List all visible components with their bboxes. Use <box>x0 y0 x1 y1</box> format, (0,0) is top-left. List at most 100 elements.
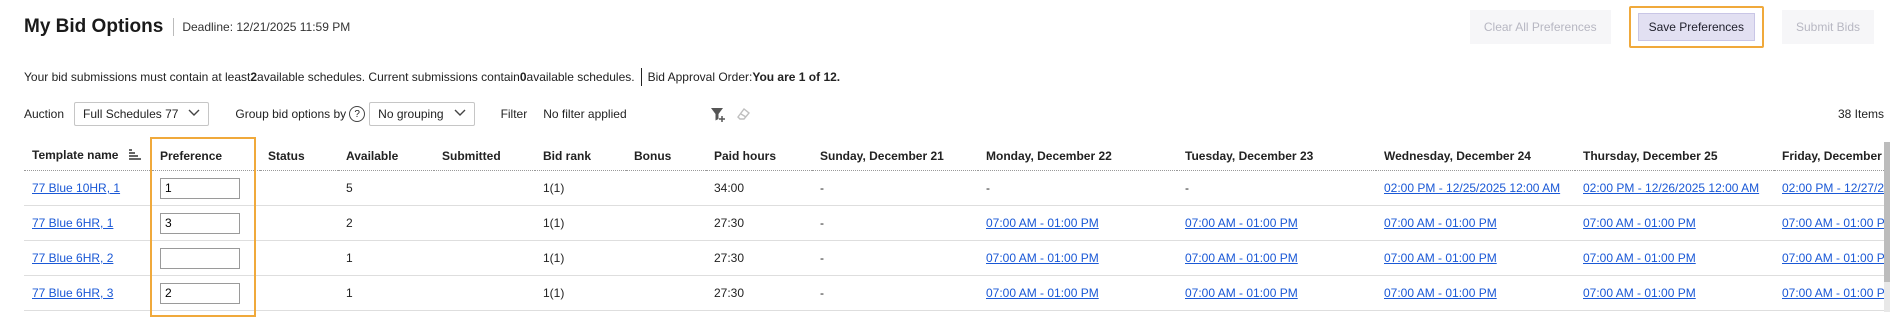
group-by-select[interactable]: No grouping <box>369 102 475 126</box>
bonus-cell <box>626 205 706 241</box>
thursday-shift-link[interactable]: 07:00 AM - 01:00 PM <box>1583 286 1696 300</box>
available-cell: 5 <box>338 170 434 206</box>
preference-input[interactable] <box>160 282 240 304</box>
help-icon[interactable]: ? <box>349 106 366 122</box>
wednesday-shift-link[interactable]: 07:00 AM - 01:00 PM <box>1384 251 1497 265</box>
col-monday[interactable]: Monday, December 22 <box>978 142 1177 171</box>
sunday-cell: - <box>812 240 978 276</box>
tuesday-shift-link[interactable]: 07:00 AM - 01:00 PM <box>1185 251 1298 265</box>
auction-select[interactable]: Full Schedules 77 <box>74 102 210 126</box>
col-template-name[interactable]: Template name <box>24 142 152 171</box>
preference-input[interactable] <box>160 247 240 269</box>
sunday-cell: - <box>812 205 978 241</box>
submitted-cell <box>434 240 535 276</box>
bid-rank-cell: 1(1) <box>535 240 626 276</box>
bid-options-table: Template name Preference Status Availabl… <box>24 142 1888 311</box>
submitted-cell <box>434 275 535 311</box>
min-count: 2 <box>250 70 258 84</box>
paid-hours-cell: 34:00 <box>706 170 812 206</box>
col-bonus[interactable]: Bonus <box>626 142 706 171</box>
col-submitted[interactable]: Submitted <box>434 142 535 171</box>
info-text-1: Your bid submissions must contain at lea… <box>24 70 251 84</box>
col-bid-rank[interactable]: Bid rank <box>535 142 626 171</box>
bid-rank-cell: 1(1) <box>535 170 626 206</box>
paid-hours-cell: 27:30 <box>706 275 812 311</box>
chevron-down-icon <box>454 109 466 120</box>
monday-shift-link[interactable]: 07:00 AM - 01:00 PM <box>986 286 1099 300</box>
table-row: 77 Blue 6HR, 2 1 1(1) 27:30 - 07:00 AM -… <box>24 240 1888 276</box>
scrollbar-thumb[interactable] <box>1884 142 1890 282</box>
status-cell <box>260 275 338 311</box>
approval-value: You are 1 of 12. <box>752 70 841 84</box>
group-by-value: No grouping <box>378 107 444 121</box>
wednesday-shift-link[interactable]: 02:00 PM - 12/25/2025 12:00 AM <box>1384 181 1560 195</box>
thursday-shift-link[interactable]: 02:00 PM - 12/26/2025 12:00 AM <box>1583 181 1759 195</box>
info-text-3: available schedules. <box>526 70 635 84</box>
friday-shift-link[interactable]: 02:00 PM - 12/27/2025 12:00 AM <box>1782 181 1888 195</box>
bid-requirements-info: Your bid submissions must contain at lea… <box>24 68 840 86</box>
sort-icon[interactable] <box>128 148 142 164</box>
friday-shift-link[interactable]: 07:00 AM - 01:00 PM <box>1782 286 1888 300</box>
monday-shift-link[interactable]: 07:00 AM - 01:00 PM <box>986 251 1099 265</box>
status-cell <box>260 170 338 206</box>
monday-shift-link[interactable]: 07:00 AM - 01:00 PM <box>986 216 1099 230</box>
wednesday-shift-link[interactable]: 07:00 AM - 01:00 PM <box>1384 286 1497 300</box>
auction-label: Auction <box>24 107 65 121</box>
col-wednesday[interactable]: Wednesday, December 24 <box>1376 142 1575 171</box>
filter-value: No filter applied <box>543 107 627 121</box>
group-by-label: Group bid options by <box>235 107 347 121</box>
submitted-cell <box>434 205 535 241</box>
available-cell: 1 <box>338 275 434 311</box>
template-link[interactable]: 77 Blue 10HR, 1 <box>32 181 120 195</box>
status-cell <box>260 205 338 241</box>
paid-hours-cell: 27:30 <box>706 205 812 241</box>
preference-input[interactable] <box>160 177 240 199</box>
filter-toolbar: Auction Full Schedules 77 Group bid opti… <box>24 102 1884 126</box>
col-tuesday[interactable]: Tuesday, December 23 <box>1177 142 1376 171</box>
clear-all-preferences-button[interactable]: Clear All Preferences <box>1469 10 1611 44</box>
info-text-2: available schedules. Current submissions… <box>257 70 520 84</box>
monday-cell: - <box>978 170 1177 206</box>
col-preference[interactable]: Preference <box>152 142 260 171</box>
chevron-down-icon <box>188 109 200 120</box>
available-cell: 2 <box>338 205 434 241</box>
friday-shift-link[interactable]: 07:00 AM - 01:00 PM <box>1782 251 1888 265</box>
bonus-cell <box>626 240 706 276</box>
save-preferences-button[interactable]: Save Preferences <box>1637 13 1755 41</box>
preference-input[interactable] <box>160 212 240 234</box>
template-link[interactable]: 77 Blue 6HR, 3 <box>32 286 113 300</box>
submitted-cell <box>434 170 535 206</box>
page-title: My Bid Options <box>24 16 164 37</box>
tuesday-shift-link[interactable]: 07:00 AM - 01:00 PM <box>1185 286 1298 300</box>
table-header-row: Template name Preference Status Availabl… <box>24 142 1888 171</box>
col-thursday[interactable]: Thursday, December 25 <box>1575 142 1774 171</box>
col-sunday[interactable]: Sunday, December 21 <box>812 142 978 171</box>
col-friday[interactable]: Friday, December 26 <box>1774 142 1888 171</box>
approval-label: Bid Approval Order: <box>647 70 753 84</box>
submit-bids-button[interactable]: Submit Bids <box>1781 10 1874 44</box>
table-row: 77 Blue 6HR, 3 1 1(1) 27:30 - 07:00 AM -… <box>24 275 1888 311</box>
top-actions: Clear All Preferences Save Preferences S… <box>1469 6 1874 48</box>
filter-add-icon[interactable] <box>709 105 727 123</box>
thursday-shift-link[interactable]: 07:00 AM - 01:00 PM <box>1583 216 1696 230</box>
wednesday-shift-link[interactable]: 07:00 AM - 01:00 PM <box>1384 216 1497 230</box>
thursday-shift-link[interactable]: 07:00 AM - 01:00 PM <box>1583 251 1696 265</box>
tuesday-shift-link[interactable]: 07:00 AM - 01:00 PM <box>1185 216 1298 230</box>
filter-label: Filter <box>500 107 528 121</box>
col-paid-hours[interactable]: Paid hours <box>706 142 812 171</box>
sunday-cell: - <box>812 170 978 206</box>
col-status[interactable]: Status <box>260 142 338 171</box>
current-count: 0 <box>519 70 527 84</box>
tuesday-cell: - <box>1177 170 1376 206</box>
friday-shift-link[interactable]: 07:00 AM - 01:00 PM <box>1782 216 1888 230</box>
save-preferences-highlight: Save Preferences <box>1628 6 1764 48</box>
bid-options-table-container: Template name Preference Status Availabl… <box>24 142 1888 311</box>
template-link[interactable]: 77 Blue 6HR, 1 <box>32 216 113 230</box>
status-cell <box>260 240 338 276</box>
bid-rank-cell: 1(1) <box>535 275 626 311</box>
deadline-text: Deadline: 12/21/2025 11:59 PM <box>173 18 350 36</box>
eraser-icon[interactable] <box>735 106 751 122</box>
col-available[interactable]: Available <box>338 142 434 171</box>
template-link[interactable]: 77 Blue 6HR, 2 <box>32 251 113 265</box>
vertical-scrollbar[interactable] <box>1884 142 1890 312</box>
